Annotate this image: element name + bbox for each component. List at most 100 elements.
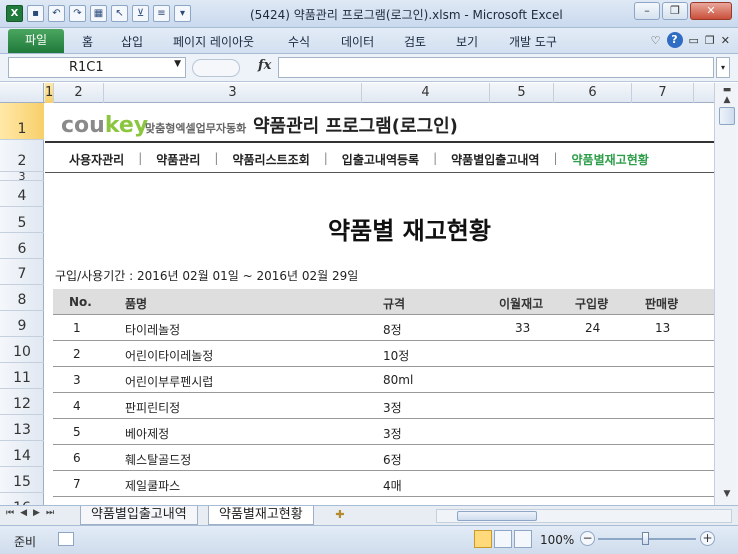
form-icon[interactable]: ≡ — [153, 5, 170, 22]
horizontal-scroll-thumb[interactable] — [457, 511, 537, 521]
excel-icon[interactable]: X — [6, 5, 23, 22]
workbook-minimize-icon[interactable]: ▭ — [689, 34, 699, 47]
last-sheet-icon[interactable]: ⏭ — [46, 508, 54, 518]
row-header[interactable]: 2 — [0, 140, 44, 172]
quick-access-toolbar: X ▪ ↶ ↷ ▦ ↖ ⊻ ≡ ▾ — [6, 5, 191, 22]
cell-name: 타이레놀정 — [125, 323, 181, 337]
formula-input[interactable] — [278, 57, 714, 78]
workbook-restore-icon[interactable]: ❐ — [705, 34, 715, 47]
workbook-close-icon[interactable]: ✕ — [721, 34, 730, 47]
table-row[interactable]: 3 어린이부루펜시럽 80ml — [53, 367, 714, 393]
insert-sheet-icon[interactable]: ✚ — [330, 508, 350, 524]
cell-name: 판피린티정 — [125, 401, 181, 415]
column-header[interactable]: 6 — [554, 83, 632, 103]
name-box[interactable]: R1C1 ▼ — [8, 57, 186, 78]
cell-spec: 10정 — [383, 349, 410, 363]
zoom-slider-knob[interactable] — [642, 532, 649, 545]
header-divider — [45, 141, 714, 143]
row-header[interactable]: 5 — [0, 207, 44, 233]
column-header[interactable]: 1 — [45, 83, 54, 103]
tab-developer[interactable]: 개발 도구 — [509, 33, 557, 50]
nav-item-user-management[interactable]: 사용자관리 — [69, 151, 124, 168]
maximize-button[interactable]: ❐ — [662, 2, 688, 20]
tab-insert[interactable]: 삽입 — [121, 33, 143, 50]
table-row[interactable]: 7 제일쿨파스 4매 — [53, 471, 714, 497]
nav-item-inout-register[interactable]: 입출고내역등록 — [342, 151, 419, 168]
tab-home[interactable]: 홈 — [82, 33, 93, 50]
minimize-button[interactable]: – — [634, 2, 660, 20]
table-row[interactable]: 6 훼스탈골드정 6정 — [53, 445, 714, 471]
title-bar: X ▪ ↶ ↷ ▦ ↖ ⊻ ≡ ▾ (5424) 약품관리 프로그램(로그인).… — [0, 0, 738, 28]
row-header[interactable]: 11 — [0, 363, 44, 389]
cursor-icon[interactable]: ↖ — [111, 5, 128, 22]
zoom-out-icon[interactable]: − — [580, 531, 595, 546]
table-row[interactable]: 1 타이레놀정 8정 33 24 13 — [53, 315, 714, 341]
customize-icon[interactable]: ▾ — [174, 5, 191, 22]
scroll-thumb[interactable] — [719, 107, 735, 125]
filter-icon[interactable]: ⊻ — [132, 5, 149, 22]
tab-review[interactable]: 검토 — [404, 33, 426, 50]
next-sheet-icon[interactable]: ▶ — [33, 508, 40, 518]
insert-function-icon[interactable]: fx — [258, 58, 271, 73]
sheet-tab-stock-status[interactable]: 약품별재고현황 — [208, 506, 314, 525]
column-header[interactable]: 2 — [54, 83, 104, 103]
row-header[interactable]: 6 — [0, 233, 44, 259]
nav-item-inout-history[interactable]: 약품별입출고내역 — [451, 151, 539, 168]
normal-view-icon[interactable] — [474, 530, 492, 548]
row-header[interactable]: 1 — [0, 103, 44, 140]
tab-file[interactable]: 파일 — [8, 29, 64, 53]
cell-carryover: 33 — [515, 321, 531, 335]
close-button[interactable]: ✕ — [690, 2, 732, 20]
column-header[interactable]: 4 — [362, 83, 490, 103]
ribbon-collapse-icon[interactable]: ♡ — [651, 34, 661, 47]
column-header[interactable]: 7 — [632, 83, 694, 103]
expand-formula-bar-icon[interactable]: ▾ — [716, 57, 730, 78]
nav-separator: | — [553, 151, 558, 165]
help-icon[interactable]: ? — [666, 32, 683, 48]
name-box-value: R1C1 — [69, 60, 104, 75]
table-row[interactable]: 5 베아제정 3정 — [53, 419, 714, 445]
table-row[interactable]: 2 어린이타이레놀정 10정 — [53, 341, 714, 367]
page-break-view-icon[interactable] — [514, 530, 532, 548]
prev-sheet-icon[interactable]: ◀ — [20, 508, 27, 518]
cell-grid[interactable]: coukey 맞춤형엑셀업무자동화 약품관리 프로그램(로그인) 사용자관리 |… — [45, 103, 714, 505]
nav-separator: | — [323, 151, 328, 165]
table-icon[interactable]: ▦ — [90, 5, 107, 22]
nav-item-drug-list[interactable]: 약품리스트조회 — [232, 151, 309, 168]
nav-item-stock-status[interactable]: 약품별재고현황 — [572, 151, 649, 168]
ribbon-right-controls: ♡ ? ▭ ❐ ✕ — [651, 32, 730, 48]
row-header[interactable]: 4 — [0, 181, 44, 207]
nav-item-drug-management[interactable]: 약품관리 — [156, 151, 200, 168]
first-sheet-icon[interactable]: ⏮ — [6, 508, 14, 518]
tab-view[interactable]: 보기 — [456, 33, 478, 50]
sheet-tab-inout-history[interactable]: 약품별입출고내역 — [80, 506, 198, 525]
row-header[interactable]: 3 — [0, 171, 44, 182]
row-header[interactable]: 15 — [0, 467, 44, 493]
tab-formulas[interactable]: 수식 — [288, 33, 310, 50]
column-header[interactable]: 5 — [490, 83, 554, 103]
horizontal-scrollbar[interactable] — [436, 509, 732, 523]
formula-bar-handle[interactable] — [192, 59, 240, 77]
row-header[interactable]: 10 — [0, 337, 44, 363]
chevron-down-icon[interactable]: ▼ — [174, 59, 181, 69]
tab-data[interactable]: 데이터 — [341, 33, 374, 50]
vertical-scrollbar[interactable]: ▬ ▲ ▼ — [714, 83, 738, 505]
select-all-corner[interactable] — [0, 83, 44, 103]
row-header[interactable]: 14 — [0, 441, 44, 467]
save-icon[interactable]: ▪ — [27, 5, 44, 22]
row-header[interactable]: 12 — [0, 389, 44, 415]
row-header[interactable]: 9 — [0, 311, 44, 337]
row-header[interactable]: 8 — [0, 285, 44, 311]
zoom-in-icon[interactable]: + — [700, 531, 715, 546]
tab-page-layout[interactable]: 페이지 레이아웃 — [173, 33, 254, 50]
table-row[interactable]: 4 판피린티정 3정 — [53, 393, 714, 419]
row-header[interactable]: 13 — [0, 415, 44, 441]
redo-icon[interactable]: ↷ — [69, 5, 86, 22]
undo-icon[interactable]: ↶ — [48, 5, 65, 22]
row-header[interactable]: 7 — [0, 259, 44, 285]
zoom-level[interactable]: 100% — [540, 533, 574, 547]
column-header[interactable]: 3 — [104, 83, 362, 103]
macro-record-icon[interactable] — [58, 532, 74, 546]
page-layout-view-icon[interactable] — [494, 530, 512, 548]
scroll-down-icon[interactable]: ▼ — [719, 489, 735, 503]
